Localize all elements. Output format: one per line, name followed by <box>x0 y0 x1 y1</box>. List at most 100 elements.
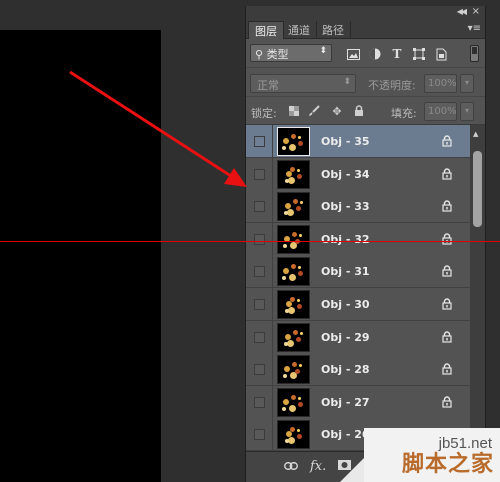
lock-row: 锁定: ✥ 填充: 100% ▾ <box>246 97 485 125</box>
panel-tab-bar: 图层 通道 路径 ▾≡ <box>246 19 485 39</box>
layer-thumbnail[interactable] <box>277 388 310 417</box>
lock-icon <box>442 265 454 277</box>
filter-toggle-switch[interactable] <box>470 45 479 62</box>
layer-thumbnail[interactable] <box>277 290 310 319</box>
layer-thumbnail[interactable] <box>277 355 310 384</box>
visibility-toggle[interactable] <box>254 169 265 180</box>
tab-layers[interactable]: 图层 <box>248 21 284 39</box>
column-divider <box>272 255 273 287</box>
layer-thumbnail[interactable] <box>277 420 310 449</box>
layers-list: Obj - 35 Obj - 34 Obj - 33 Obj - 32 Obj - 31… <box>246 125 470 451</box>
panel-title-bar[interactable]: ◀◀ × <box>246 6 485 19</box>
layer-row[interactable]: Obj - 32 <box>246 223 470 256</box>
column-divider <box>272 321 273 353</box>
blend-mode-value: 正常 <box>257 79 279 92</box>
layer-row[interactable]: Obj - 28 <box>246 353 470 386</box>
layer-name: Obj - 32 <box>321 233 370 246</box>
scroll-thumb[interactable] <box>473 151 482 227</box>
lock-icon <box>442 363 454 375</box>
brush-icon[interactable] <box>308 105 320 117</box>
lock-icon <box>442 135 454 147</box>
fill-dropdown-button[interactable]: ▾ <box>460 102 474 121</box>
layer-thumbnail[interactable] <box>277 323 310 352</box>
layer-thumbnail[interactable] <box>277 257 310 286</box>
layer-row[interactable]: Obj - 26 <box>246 418 470 451</box>
close-icon[interactable]: × <box>472 6 480 17</box>
visibility-toggle[interactable] <box>254 201 265 212</box>
layer-row[interactable]: Obj - 27 <box>246 386 470 419</box>
filter-kind-select[interactable]: ⚲ 类型 ⬍ <box>250 44 332 62</box>
search-icon: ⚲ <box>255 48 264 61</box>
column-divider <box>272 353 273 385</box>
updown-arrow-icon: ⬍ <box>319 46 327 56</box>
layer-row[interactable]: Obj - 30 <box>246 288 470 321</box>
layer-row[interactable]: Obj - 29 <box>246 321 470 354</box>
lock-icon <box>442 428 454 440</box>
column-divider <box>272 386 273 418</box>
shape-filter-icon[interactable] <box>412 47 426 61</box>
lock-icon <box>442 168 454 180</box>
lock-icon <box>442 200 454 212</box>
visibility-toggle[interactable] <box>254 429 265 440</box>
adjustment-filter-icon[interactable] <box>368 47 382 61</box>
visibility-toggle[interactable] <box>254 234 265 245</box>
layer-row[interactable]: Obj - 31 <box>246 255 470 288</box>
layer-name: Obj - 35 <box>321 135 370 148</box>
lock-transparent-pixels-icon[interactable] <box>288 105 300 117</box>
layer-name: Obj - 28 <box>321 363 370 376</box>
lock-icon <box>442 233 454 245</box>
layer-thumbnail[interactable] <box>277 160 310 189</box>
lock-icon <box>442 298 454 310</box>
layers-bottom-bar: fx. <box>246 451 485 482</box>
visibility-toggle[interactable] <box>254 364 265 375</box>
layers-scrollbar[interactable]: ▲ <box>470 125 485 451</box>
layer-name: Obj - 29 <box>321 331 370 344</box>
column-divider <box>272 223 273 255</box>
move-icon[interactable]: ✥ <box>331 105 343 118</box>
add-mask-icon[interactable] <box>338 459 351 474</box>
panel-menu-icon[interactable]: ▾≡ <box>468 23 481 34</box>
blend-mode-select[interactable]: 正常 ⬍ <box>250 74 356 93</box>
lock-all-icon[interactable] <box>353 105 365 117</box>
visibility-toggle[interactable] <box>254 136 265 147</box>
document-canvas[interactable] <box>0 30 161 482</box>
fx-icon[interactable]: fx. <box>310 459 326 474</box>
layer-thumbnail[interactable] <box>277 127 310 156</box>
visibility-toggle[interactable] <box>254 397 265 408</box>
filter-kind-label: 类型 <box>266 48 289 61</box>
column-divider <box>272 190 273 222</box>
horizontal-guide-line <box>0 241 500 242</box>
layer-row[interactable]: Obj - 35 <box>246 125 470 158</box>
column-divider <box>272 125 273 157</box>
layers-panel: ◀◀ × 图层 通道 路径 ▾≡ ⚲ 类型 ⬍ T 正常 ⬍ 不透明度: 100… <box>245 6 486 482</box>
layer-thumbnail[interactable] <box>277 225 310 254</box>
scroll-up-icon[interactable]: ▲ <box>473 130 478 138</box>
layer-name: Obj - 30 <box>321 298 370 311</box>
tab-paths[interactable]: 路径 <box>316 21 351 39</box>
link-layers-icon[interactable] <box>284 459 298 474</box>
updown-arrow-icon: ⬍ <box>343 77 351 87</box>
fill-input[interactable]: 100% <box>424 102 457 121</box>
column-divider <box>272 418 273 450</box>
fill-label: 填充: <box>391 107 417 120</box>
tab-channels[interactable]: 通道 <box>282 21 317 39</box>
opacity-label: 不透明度: <box>368 79 416 92</box>
layer-name: Obj - 33 <box>321 200 370 213</box>
visibility-toggle[interactable] <box>254 299 265 310</box>
layer-name: Obj - 34 <box>321 168 370 181</box>
opacity-input[interactable]: 100% <box>424 74 457 93</box>
smart-object-filter-icon[interactable] <box>434 47 448 61</box>
lock-icon <box>442 396 454 408</box>
double-chevron-icon[interactable]: ◀◀ <box>457 7 467 16</box>
layer-row[interactable]: Obj - 34 <box>246 158 470 191</box>
image-filter-icon[interactable] <box>346 47 360 61</box>
type-filter-icon[interactable]: T <box>390 47 404 61</box>
opacity-dropdown-button[interactable]: ▾ <box>460 74 474 93</box>
visibility-toggle[interactable] <box>254 332 265 343</box>
lock-label: 锁定: <box>251 107 277 120</box>
layer-thumbnail[interactable] <box>277 192 310 221</box>
layer-name: Obj - 27 <box>321 396 370 409</box>
visibility-toggle[interactable] <box>254 266 265 277</box>
lock-icon <box>442 331 454 343</box>
layer-row[interactable]: Obj - 33 <box>246 190 470 223</box>
